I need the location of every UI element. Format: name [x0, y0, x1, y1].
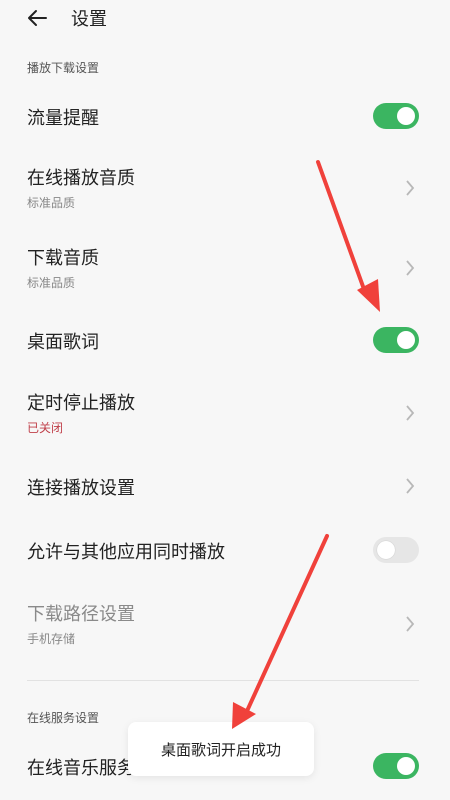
setting-title: 在线音乐服务 [27, 758, 135, 779]
setting-row-download-quality[interactable]: 下载音质 标准品质 [0, 240, 450, 296]
setting-row-traffic-alert[interactable]: 流量提醒 [0, 94, 450, 138]
setting-row-sleep-timer[interactable]: 定时停止播放 已关闭 [0, 385, 450, 441]
chevron-right-icon [406, 405, 415, 421]
setting-row-allow-other-apps[interactable]: 允许与其他应用同时播放 [0, 528, 450, 572]
setting-subtitle-status: 已关闭 [27, 421, 64, 435]
setting-subtitle: 手机存储 [27, 632, 76, 646]
setting-row-download-path[interactable]: 下载路径设置 手机存储 [0, 596, 450, 652]
chevron-right-icon [406, 180, 415, 196]
toggle-knob [397, 331, 415, 349]
setting-subtitle: 标准品质 [27, 276, 76, 290]
arrow-left-icon[interactable] [26, 8, 48, 28]
chevron-right-icon [406, 478, 415, 494]
toggle-knob [377, 541, 395, 559]
page-title: 设置 [71, 9, 107, 30]
setting-title: 下载路径设置 [27, 604, 135, 625]
setting-row-desktop-lyrics[interactable]: 桌面歌词 [0, 318, 450, 362]
section-label-online-service: 在线服务设置 [27, 711, 100, 725]
setting-title: 允许与其他应用同时播放 [27, 542, 225, 563]
chevron-right-icon [406, 616, 415, 632]
setting-subtitle: 标准品质 [27, 196, 76, 210]
chevron-right-icon [406, 260, 415, 276]
allow-other-apps-toggle[interactable] [373, 537, 419, 563]
header: 设置 [0, 0, 450, 36]
toast-message: 桌面歌词开启成功 [128, 722, 314, 776]
section-label-playback-download: 播放下载设置 [27, 61, 100, 75]
setting-title: 连接播放设置 [27, 478, 135, 499]
setting-row-connected-playback[interactable]: 连接播放设置 [0, 464, 450, 508]
setting-title: 流量提醒 [27, 108, 99, 129]
traffic-alert-toggle[interactable] [373, 103, 419, 129]
setting-title: 下载音质 [27, 248, 99, 269]
setting-title: 桌面歌词 [27, 332, 99, 353]
online-music-service-toggle[interactable] [373, 753, 419, 779]
divider [27, 680, 419, 681]
setting-title: 在线播放音质 [27, 168, 135, 189]
toggle-knob [397, 107, 415, 125]
setting-title: 定时停止播放 [27, 393, 135, 414]
desktop-lyrics-toggle[interactable] [373, 327, 419, 353]
toggle-knob [397, 757, 415, 775]
setting-row-online-quality[interactable]: 在线播放音质 标准品质 [0, 160, 450, 216]
